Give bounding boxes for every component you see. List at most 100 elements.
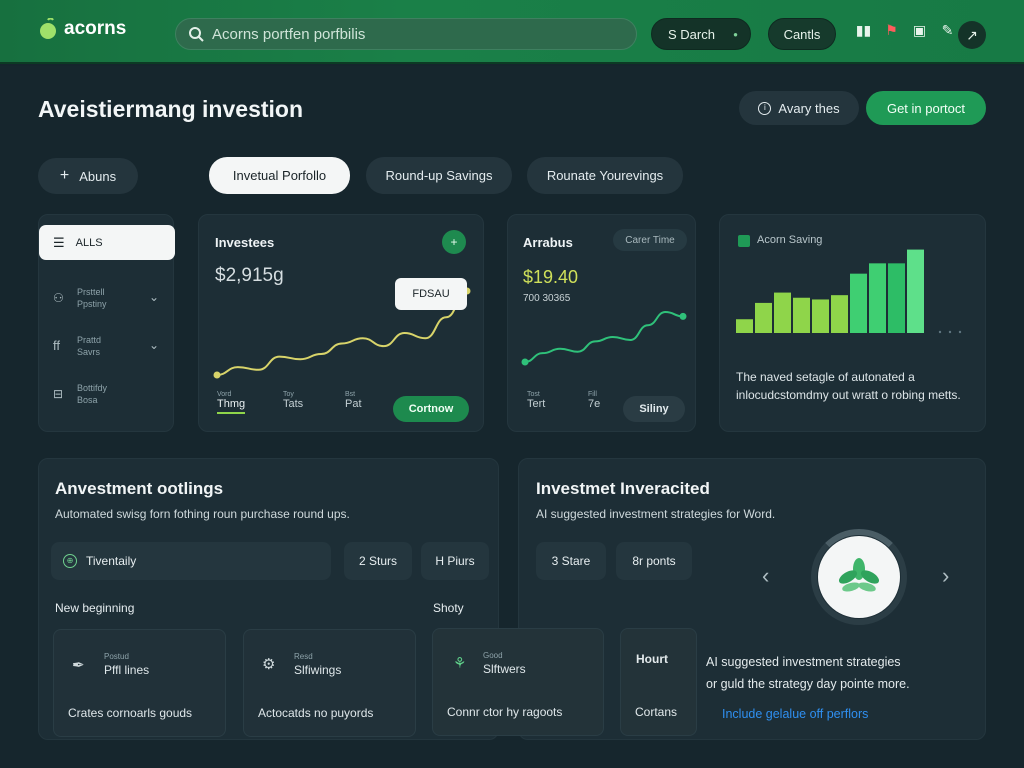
row-right-label: Shoty <box>433 601 464 615</box>
connect-now-button[interactable]: Cortnow <box>393 396 469 422</box>
tab-round-up-savings[interactable]: Round-up Savings <box>366 157 512 194</box>
edit-icon[interactable]: ✎ <box>939 22 956 39</box>
info-circle-icon: i <box>758 101 772 115</box>
option-tile-2[interactable]: ⚙ Resd Slfiwings Actocatds no puyords <box>243 629 416 737</box>
options-subtitle: Automated swisg forn fothing roun purcha… <box>55 507 350 521</box>
add-button[interactable]: + Abuns <box>38 158 138 194</box>
savings-bar <box>850 273 867 333</box>
toolbar-icons: ▮▮ ⚑ ▣ ✎ <box>855 22 956 39</box>
arrabus-amount: $19.40 <box>523 267 579 287</box>
savings-bar <box>869 263 886 333</box>
data-point <box>679 312 687 320</box>
tab-rounate[interactable]: Rounate Yourevings <box>527 157 683 194</box>
gear-icon: ⚙ <box>262 656 276 673</box>
arrabus-sub: 700 30365 <box>523 293 571 304</box>
card-title: Investees <box>215 235 275 250</box>
savings-bar <box>793 297 810 333</box>
sidebar-item-2[interactable]: ff Prattd Savrs ⌄ <box>53 335 163 361</box>
share-icon[interactable]: ↗ <box>958 21 986 49</box>
plant-logo <box>818 536 900 618</box>
savings-bar <box>774 292 791 333</box>
options-title: Anvestment ootlings <box>55 479 224 498</box>
chevron-left-icon[interactable]: ‹ <box>762 563 769 589</box>
chevron-down-icon: ⌄ <box>149 290 160 304</box>
get-in-contact-button[interactable]: Get in portoct <box>866 91 986 125</box>
sidebar-item-all[interactable]: ☰ ALLS <box>39 225 175 260</box>
option-chip-tiventaily[interactable]: ⊕ Tiventaily <box>51 542 331 580</box>
leaves-icon <box>838 558 880 592</box>
card-title: Arrabus <box>523 235 573 250</box>
savings-bar <box>831 295 848 333</box>
tab-portfolio[interactable]: Invetual Porfollo <box>209 157 350 194</box>
option-tile-1[interactable]: ✒ Postud Pffl lines Crates cornoarls gou… <box>53 629 226 737</box>
savings-icon: ff <box>53 338 60 353</box>
axis-dot <box>958 330 962 334</box>
feather-icon: ✒ <box>72 657 85 674</box>
investees-card: Investees + $2,915g FDSAU Vord Thmg Toy … <box>198 214 484 432</box>
option-chip-piurs[interactable]: H Piurs <box>421 542 489 580</box>
app-name: acorns <box>64 18 127 39</box>
chart-icon[interactable]: ▮▮ <box>855 22 872 39</box>
data-point <box>521 358 529 366</box>
hourt-tile[interactable]: Hourt Cortans <box>620 628 697 736</box>
secondary-action-button[interactable]: i Avary thes <box>739 91 859 125</box>
tab-pat[interactable]: Bst Pat <box>345 391 362 410</box>
tab-tats[interactable]: Toy Tats <box>283 391 303 410</box>
globe-icon: ⊕ <box>63 554 77 568</box>
time-badge[interactable]: Carer Time <box>613 229 687 251</box>
savings-bar <box>736 319 753 333</box>
ai-chip-ponts[interactable]: 8r ponts <box>616 542 692 580</box>
acorns-logo[interactable]: acorns <box>38 18 126 40</box>
tab-thmg[interactable]: Vord Thmg <box>217 391 245 414</box>
savings-bar <box>755 302 772 333</box>
page-title: Aveistiermang investion <box>38 96 304 122</box>
clipboard-icon[interactable]: ▣ <box>911 22 928 39</box>
savings-bar <box>907 249 924 333</box>
option-chip-stars[interactable]: 2 Sturs <box>344 542 412 580</box>
investment-options-panel: Anvestment ootlings Automated swisg forn… <box>38 458 499 740</box>
search-icon <box>189 27 204 42</box>
app-window: acorns Acorns portfen porfbilis S Darch … <box>0 0 1024 768</box>
savings-bar <box>888 263 905 333</box>
dropdown-dot-icon: ● <box>733 29 738 39</box>
tab-7e[interactable]: Fill 7e <box>588 391 600 410</box>
savings-bar-chart <box>736 249 962 334</box>
option-tile-3[interactable]: ⚘ Good Slftwers Connr ctor hy ragoots <box>432 628 604 736</box>
tab-tert[interactable]: Tost Tert <box>527 391 545 410</box>
acorn-icon <box>40 18 56 39</box>
flag-icon[interactable]: ⚑ <box>883 22 900 39</box>
row-left-label: New beginning <box>55 601 135 615</box>
ai-title: Investmet Inveracited <box>536 479 710 498</box>
savings-description: The naved setagle of autonated a inlocud… <box>736 370 961 402</box>
portfolio-amount: $2,915g <box>215 265 284 286</box>
chevron-down-icon: ⌄ <box>149 338 160 352</box>
chart-tooltip: FDSAU <box>395 278 467 310</box>
arrabus-line-chart <box>521 310 687 366</box>
include-link[interactable]: Include gelalue off perflors <box>722 707 868 721</box>
people-icon: ⚇ <box>53 291 64 305</box>
axis-dot <box>938 330 942 334</box>
contacts-button[interactable]: Cantls <box>768 18 836 50</box>
siliny-button[interactable]: Siliny <box>623 396 685 422</box>
acorn-savings-card: Acorn Saving The naved setagle of autona… <box>719 214 986 432</box>
plant-icon: ⚘ <box>453 655 467 672</box>
plus-icon: + <box>59 167 70 184</box>
lock-icon: ⊟ <box>53 387 64 401</box>
menu-icon: ☰ <box>53 234 65 250</box>
axis-dot <box>948 330 952 334</box>
savings-bar <box>812 299 829 333</box>
search-bar[interactable]: Acorns portfen porfbilis <box>175 18 637 50</box>
search-button[interactable]: S Darch ● <box>651 18 751 50</box>
arrabus-series-line <box>524 310 684 363</box>
data-point <box>213 371 221 379</box>
ai-subtitle: AI suggested investment strategies for W… <box>536 507 776 521</box>
add-icon[interactable]: + <box>442 230 466 254</box>
top-bar: acorns Acorns portfen porfbilis S Darch … <box>0 0 1024 64</box>
chevron-right-icon[interactable]: › <box>942 563 949 589</box>
ai-chip-stare[interactable]: 3 Stare <box>536 542 606 580</box>
search-input[interactable]: Acorns portfen porfbilis <box>212 26 365 43</box>
sidebar-item-3[interactable]: ⊟ Bottifdy Bosa <box>53 383 163 409</box>
ai-body: AI suggested investment strategies or gu… <box>706 655 910 691</box>
sidebar: ☰ ALLS ⚇ Prsttell Ppstiny ⌄ ff Prattd Sa… <box>38 214 175 432</box>
sidebar-item-1[interactable]: ⚇ Prsttell Ppstiny ⌄ <box>53 287 163 313</box>
